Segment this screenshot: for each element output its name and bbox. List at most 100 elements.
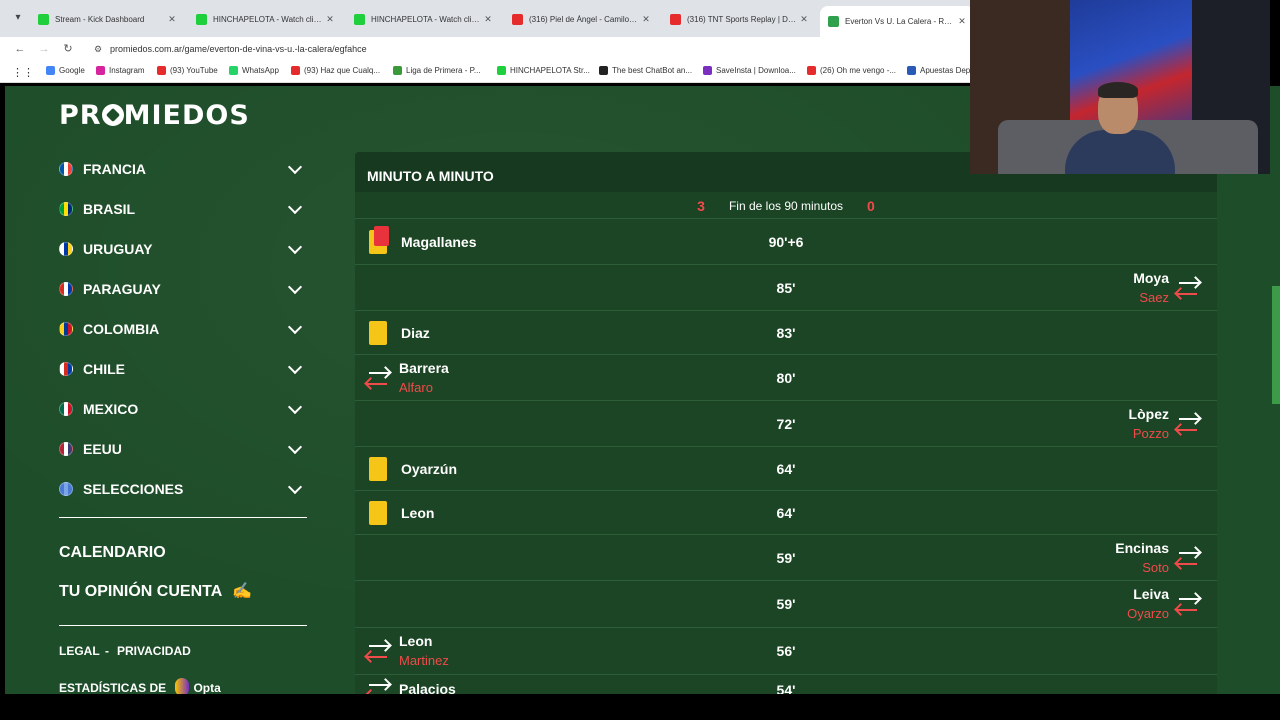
- tab-search-icon[interactable]: ▾: [10, 10, 26, 26]
- tab-close-icon[interactable]: ✕: [639, 14, 653, 25]
- forward-icon[interactable]: →: [36, 41, 52, 57]
- bookmark-item[interactable]: HINCHAPELOTA Str...: [497, 66, 590, 75]
- minute-by-minute-panel: MINUTO A MINUTO 3 Fin de los 90 minutos …: [355, 152, 1217, 694]
- tab-title: HINCHAPELOTA - Watch clips of: [371, 14, 481, 24]
- bookmark-label: (93) YouTube: [170, 66, 218, 75]
- estadisticas-label: ESTADÍSTICAS DE: [59, 681, 167, 694]
- bookmark-favicon-icon: [807, 66, 816, 75]
- sidebar-item-brasil[interactable]: BRASIL: [59, 198, 309, 220]
- chevron-down-icon[interactable]: [287, 201, 303, 217]
- promiedos-page: PR MIEDOS FRANCIA BRASIL URUGUAY PARAGUAY COL…: [5, 86, 1280, 694]
- minute-text: 59': [776, 596, 796, 612]
- bookmark-item[interactable]: Google: [46, 66, 85, 75]
- match-status-bar: 3 Fin de los 90 minutos 0: [355, 192, 1217, 218]
- opta-label: Opta: [193, 681, 221, 694]
- sidebar-item-chile[interactable]: CHILE: [59, 358, 309, 380]
- event-row: Encinas Soto 59': [355, 534, 1217, 580]
- match-status: Fin de los 90 minutos: [728, 198, 844, 213]
- sidebar-item-label: BRASIL: [83, 201, 136, 217]
- tab-close-icon[interactable]: ✕: [955, 16, 969, 27]
- bookmark-item[interactable]: Instagram: [96, 66, 145, 75]
- ball-icon: [101, 104, 124, 126]
- event-row: Lòpez Pozzo 72': [355, 400, 1217, 446]
- tab-title: HINCHAPELOTA - Watch clips of: [213, 14, 323, 24]
- page-scrollbar[interactable]: [1272, 286, 1280, 404]
- flag-icon: [59, 242, 73, 256]
- bookmark-item[interactable]: (93) Haz que Cualq...: [291, 66, 380, 75]
- sidebar-item-selecciones[interactable]: SELECCIONES: [59, 478, 309, 500]
- sidebar-item-colombia[interactable]: COLOMBIA: [59, 318, 309, 340]
- browser-tab[interactable]: Everton Vs U. La Calera - Result ✕: [820, 6, 975, 37]
- bookmark-item[interactable]: Apuestas Dep: [907, 66, 970, 75]
- bookmark-favicon-icon: [907, 66, 916, 75]
- event-row: Barrera Alfaro 80': [355, 354, 1217, 400]
- bookmark-item[interactable]: (93) YouTube: [157, 66, 218, 75]
- browser-tab[interactable]: (316) Piel de Ángel - Camilo Se ✕: [504, 6, 659, 32]
- calendario-link[interactable]: CALENDARIO: [59, 544, 166, 562]
- tab-title: (316) Piel de Ángel - Camilo Se: [529, 14, 639, 24]
- chevron-down-icon[interactable]: [287, 281, 303, 297]
- bookmark-item[interactable]: The best ChatBot an...: [599, 66, 692, 75]
- sidebar-item-label: MEXICO: [83, 401, 139, 417]
- sidebar-item-label: CHILE: [83, 361, 125, 377]
- tab-close-icon[interactable]: ✕: [323, 14, 337, 25]
- cam-person: [1065, 82, 1175, 174]
- sidebar-item-label: URUGUAY: [83, 241, 153, 257]
- sidebar-item-francia[interactable]: FRANCIA: [59, 158, 309, 180]
- browser-tab[interactable]: HINCHAPELOTA - Watch clips of ✕: [346, 6, 501, 32]
- chevron-down-icon[interactable]: [287, 321, 303, 337]
- back-icon[interactable]: ←: [12, 41, 28, 57]
- browser-tab[interactable]: Stream - Kick Dashboard ✕: [30, 6, 185, 32]
- sidebar-item-paraguay[interactable]: PARAGUAY: [59, 278, 309, 300]
- reload-icon[interactable]: ↻: [60, 41, 76, 57]
- bookmark-item[interactable]: Liga de Primera - P...: [393, 66, 481, 75]
- flag-icon: [59, 282, 73, 296]
- chevron-down-icon[interactable]: [287, 361, 303, 377]
- event-row: Leon 64': [355, 490, 1217, 534]
- event-row: Leiva Oyarzo 59': [355, 580, 1217, 627]
- address-bar[interactable]: ⚙ promiedos.com.ar/game/everton-de-vina-…: [90, 40, 970, 58]
- legal-link[interactable]: LEGAL: [59, 644, 100, 658]
- promiedos-logo[interactable]: PR MIEDOS: [59, 100, 250, 131]
- promiedos-favicon-icon: [828, 16, 839, 27]
- yt-favicon-icon: [670, 13, 681, 25]
- privacidad-link[interactable]: PRIVACIDAD: [117, 644, 191, 658]
- writing-hand-icon: ✍: [232, 583, 253, 600]
- cam-person-body: [1065, 130, 1175, 174]
- bookmark-item[interactable]: WhatsApp: [229, 66, 279, 75]
- event-row: Moya Saez 85': [355, 264, 1217, 310]
- tab-close-icon[interactable]: ✕: [797, 14, 811, 25]
- sidebar-item-mexico[interactable]: MEXICO: [59, 398, 309, 420]
- away-score: 0: [867, 197, 875, 214]
- bookmark-label: WhatsApp: [242, 66, 279, 75]
- opinion-link[interactable]: TU OPINIÓN CUENTA ✍: [59, 581, 252, 601]
- flag-icon: [59, 162, 73, 176]
- event-row: Diaz 83': [355, 310, 1217, 354]
- bookmark-item[interactable]: SaveInsta | Downloa...: [703, 66, 796, 75]
- chevron-down-icon[interactable]: [287, 401, 303, 417]
- bookmark-label: Google: [59, 66, 85, 75]
- estadisticas-opta[interactable]: ESTADÍSTICAS DE Opta: [59, 678, 221, 694]
- chevron-down-icon[interactable]: [287, 241, 303, 257]
- sidebar-item-eeuu[interactable]: EEUU: [59, 438, 309, 460]
- tab-close-icon[interactable]: ✕: [165, 14, 179, 25]
- yt-favicon-icon: [512, 13, 523, 25]
- bookmark-label: Liga de Primera - P...: [406, 66, 481, 75]
- chevron-down-icon[interactable]: [287, 441, 303, 457]
- browser-tab[interactable]: (316) TNT Sports Replay | Depo ✕: [662, 6, 817, 32]
- bookmark-item[interactable]: (26) Oh me vengo -...: [807, 66, 896, 75]
- browser-tab[interactable]: HINCHAPELOTA - Watch clips of ✕: [188, 6, 343, 32]
- event-minute: 85': [355, 265, 1217, 310]
- chevron-down-icon[interactable]: [287, 161, 303, 177]
- site-info-icon[interactable]: ⚙: [94, 40, 102, 58]
- bookmark-favicon-icon: [291, 66, 300, 75]
- event-minute: 90'+6: [355, 219, 1217, 264]
- browser-toolbar: ← → ↻ ⚙ promiedos.com.ar/game/everton-de…: [0, 37, 980, 61]
- sidebar-item-uruguay[interactable]: URUGUAY: [59, 238, 309, 260]
- tab-close-icon[interactable]: ✕: [481, 14, 495, 25]
- event-minute: 54': [355, 675, 1217, 695]
- apps-grid-icon[interactable]: ⋮⋮: [12, 66, 34, 79]
- chevron-down-icon[interactable]: [287, 481, 303, 497]
- logo-text-right: MIEDOS: [123, 100, 250, 131]
- tab-title: Everton Vs U. La Calera - Result: [845, 17, 955, 26]
